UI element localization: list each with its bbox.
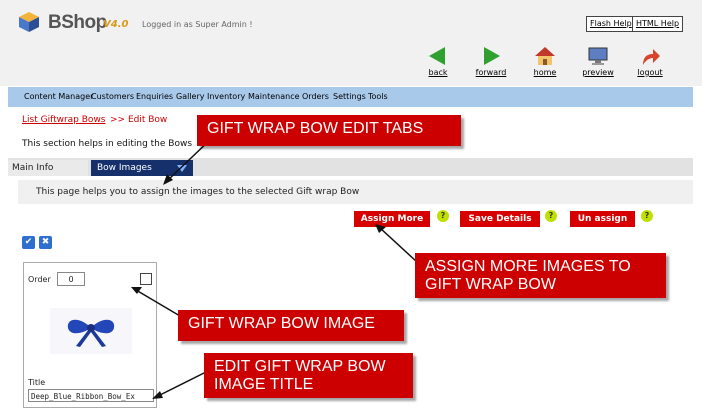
title-label: Title <box>28 378 46 387</box>
callout-title-line2: IMAGE TITLE <box>214 376 314 393</box>
preview-label: preview <box>582 68 614 77</box>
logged-in-status: Logged in as Super Admin ! <box>142 20 253 29</box>
uncheck-all-button[interactable]: ✖ <box>39 236 52 249</box>
order-input[interactable]: 0 <box>57 272 85 286</box>
help-icon[interactable]: ? <box>641 210 653 222</box>
home-button[interactable]: home <box>525 46 565 77</box>
home-icon <box>535 47 555 65</box>
back-label: back <box>428 68 448 77</box>
page-help-text: This page helps you to assign the images… <box>36 187 360 197</box>
home-label: home <box>533 68 557 77</box>
bshop-logo-icon <box>18 11 40 33</box>
forward-label: forward <box>475 68 507 77</box>
assign-more-button[interactable]: Assign More <box>354 211 430 227</box>
help-icon[interactable]: ? <box>545 210 557 222</box>
menu-maintenance[interactable]: Maintenance <box>248 92 300 101</box>
menu-tools[interactable]: Tools <box>368 92 388 101</box>
preview-button[interactable]: preview <box>578 46 618 77</box>
blue-ribbon-bow-icon <box>67 319 115 347</box>
brand-name: BShop <box>48 12 107 33</box>
callout-edit-title: EDIT GIFT WRAP BOW IMAGE TITLE <box>204 353 413 398</box>
breadcrumb-current: >> Edit Bow <box>110 115 168 125</box>
breadcrumb-list-link[interactable]: List Giftwrap Bows <box>22 115 106 125</box>
order-label: Order <box>28 275 51 284</box>
callout-assign-line2: GIFT WRAP BOW <box>425 276 556 293</box>
save-details-button[interactable]: Save Details <box>460 211 540 227</box>
brand-version: V4.0 <box>103 19 129 30</box>
callout-assign-more: ASSIGN MORE IMAGES TO GIFT WRAP BOW <box>415 253 666 298</box>
callout-bow-image: GIFT WRAP BOW IMAGE <box>178 310 404 341</box>
forward-button[interactable]: forward <box>471 46 511 77</box>
menu-content-manager[interactable]: Content Manager <box>24 92 93 101</box>
logout-button[interactable]: logout <box>630 46 670 77</box>
menu-customers[interactable]: Customers <box>91 92 134 101</box>
back-arrow-icon <box>429 47 445 65</box>
flash-help-link[interactable]: Flash Help <box>586 16 636 32</box>
logout-arrow-icon <box>643 49 660 65</box>
image-select-checkbox[interactable] <box>140 273 152 285</box>
callout-title-line1: EDIT GIFT WRAP BOW <box>214 358 386 375</box>
bow-image <box>50 308 132 354</box>
callout-assign-line1: ASSIGN MORE IMAGES TO <box>425 258 631 275</box>
check-all-button[interactable]: ✔ <box>22 236 35 249</box>
help-icon[interactable]: ? <box>437 210 449 222</box>
back-button[interactable]: back <box>418 46 458 77</box>
un-assign-button[interactable]: Un assign <box>570 211 635 227</box>
menu-enquiries[interactable]: Enquiries <box>136 92 173 101</box>
monitor-icon <box>588 47 608 65</box>
menu-settings[interactable]: Settings <box>333 92 366 101</box>
forward-arrow-icon <box>484 47 500 65</box>
menu-inventory[interactable]: Inventory <box>207 92 245 101</box>
callout-edit-tabs: GIFT WRAP BOW EDIT TABS <box>197 115 461 146</box>
menu-orders[interactable]: Orders <box>302 92 329 101</box>
menu-gallery[interactable]: Gallery <box>176 92 205 101</box>
tab-main-info[interactable]: Main Info <box>8 160 88 176</box>
chevron-down-icon <box>177 165 187 175</box>
logout-label: logout <box>637 68 663 77</box>
html-help-link[interactable]: HTML Help <box>632 16 684 32</box>
image-title-input[interactable]: Deep_Blue_Ribbon_Bow_Ex <box>28 389 154 402</box>
section-help-text: This section helps in editing the Bows <box>22 139 193 149</box>
